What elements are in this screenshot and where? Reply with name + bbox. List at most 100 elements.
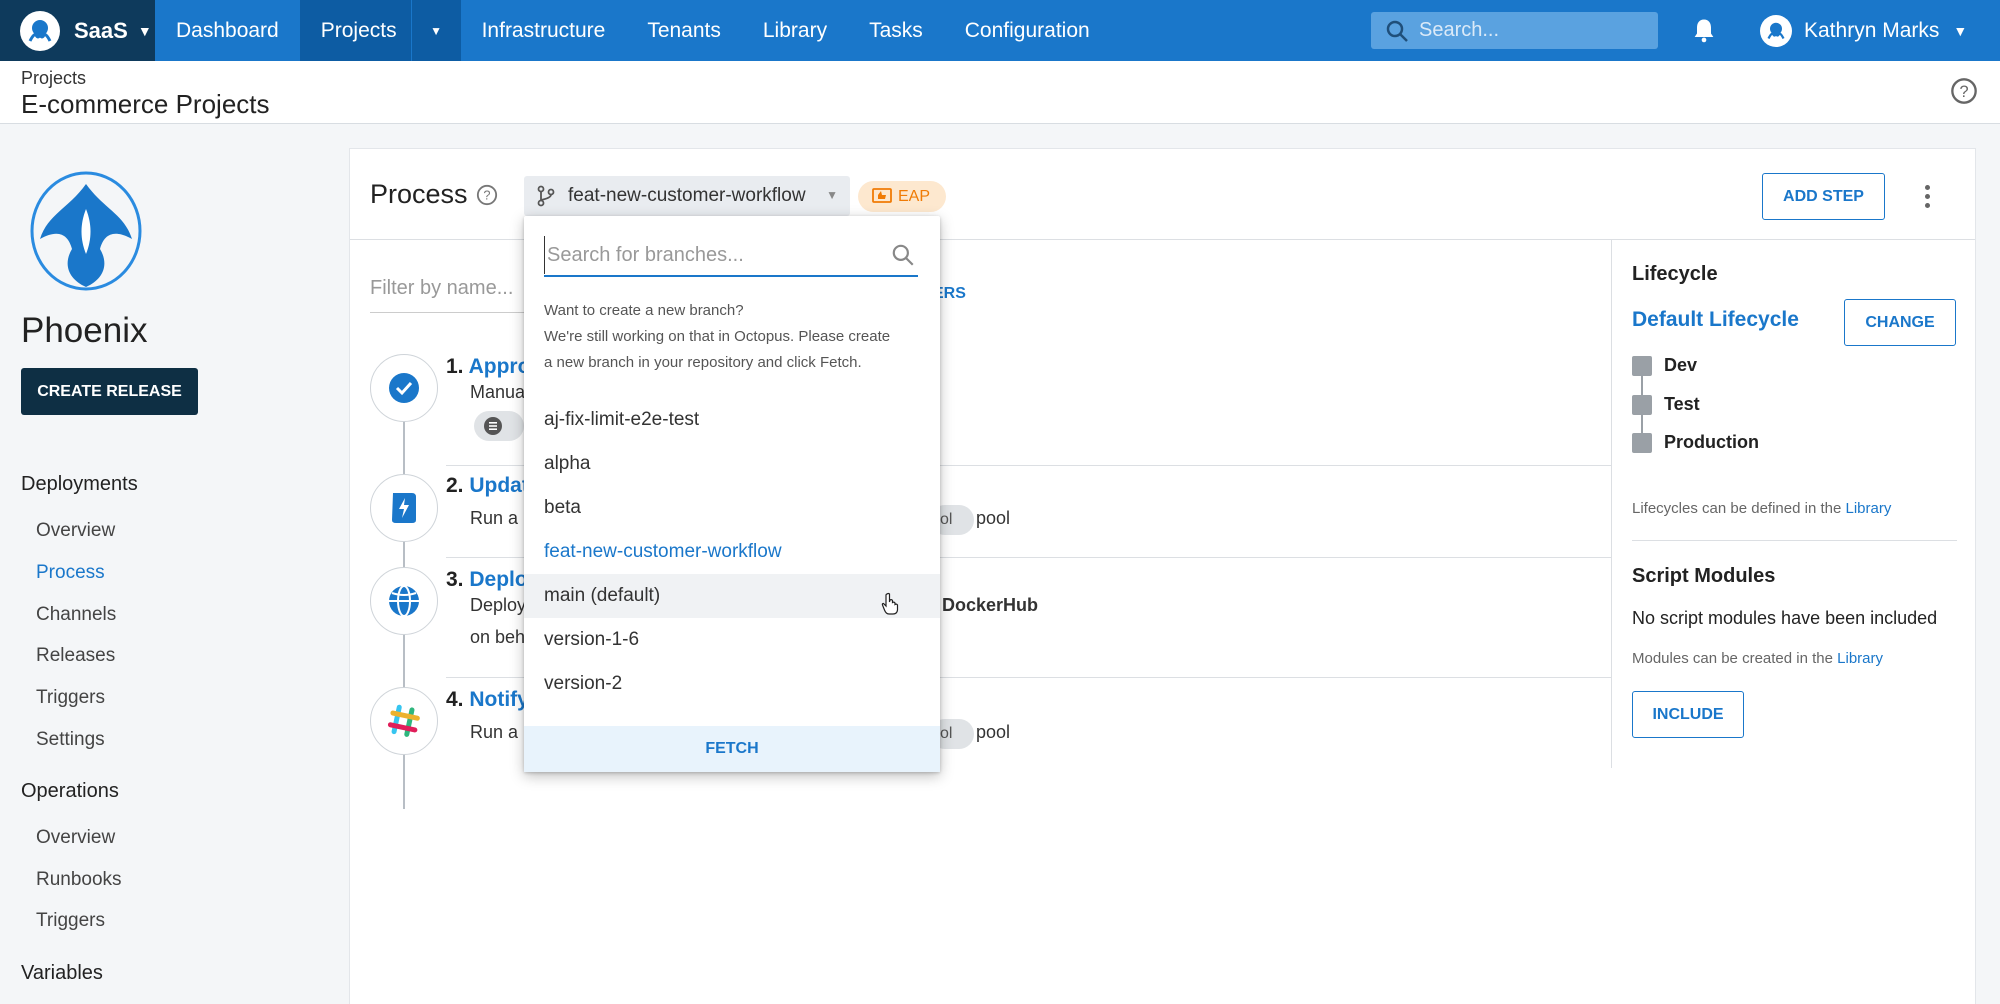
step-description: Run a <box>470 508 519 528</box>
step-icon <box>370 354 438 422</box>
feed-name: DockerHub <box>942 595 1039 615</box>
step-description-line2: on beh <box>470 627 526 647</box>
library-link[interactable]: Library <box>1837 650 1883 667</box>
step-icon <box>370 687 438 755</box>
step-description: Run a <box>470 722 519 742</box>
sidebar-item-triggers[interactable]: Triggers <box>36 687 105 709</box>
step-icon <box>370 567 438 635</box>
step-description: Manua <box>470 382 526 402</box>
process-side-panel: Lifecycle Default Lifecycle CHANGE Dev T… <box>1611 240 1975 768</box>
search-icon <box>1386 20 1408 42</box>
more-options-icon[interactable] <box>1912 179 1942 213</box>
phase-item: Test <box>1632 394 1700 415</box>
eap-label: EAP <box>898 187 931 205</box>
nav-tasks[interactable]: Tasks <box>848 0 944 61</box>
sidebar-item-runbooks[interactable]: Runbooks <box>36 869 122 891</box>
svg-text:?: ? <box>1959 83 1968 101</box>
bell-icon[interactable] <box>1690 16 1718 44</box>
slack-icon <box>387 704 420 737</box>
nav-configuration[interactable]: Configuration <box>944 0 1111 61</box>
fetch-button[interactable]: FETCH <box>524 726 940 772</box>
nav-tenants[interactable]: Tenants <box>626 0 742 61</box>
help-icon[interactable]: ? <box>476 184 498 206</box>
nav-projects[interactable]: Projects <box>299 0 411 61</box>
project-name: Phoenix <box>21 311 148 350</box>
branch-list: aj-fix-limit-e2e-test alpha beta feat-ne… <box>524 398 940 706</box>
sidebar-item-overview[interactable]: Overview <box>36 520 115 542</box>
globe-icon <box>389 585 419 617</box>
projects-menu-toggle[interactable]: ▼ <box>410 0 461 61</box>
branch-search[interactable] <box>544 236 918 277</box>
branch-dropdown: Want to create a new branch? We're still… <box>524 216 940 772</box>
svg-text:?: ? <box>483 188 490 203</box>
operations-section-title: Operations <box>21 780 119 802</box>
create-release-button[interactable]: CREATE RELEASE <box>21 368 198 415</box>
branch-option[interactable]: aj-fix-limit-e2e-test <box>524 398 940 442</box>
branch-option[interactable]: alpha <box>524 442 940 486</box>
phase-item: Production <box>1632 432 1759 453</box>
chevron-down-icon: ▼ <box>1953 22 1968 39</box>
pool-label: pool <box>976 722 1011 742</box>
octopus-logo-icon <box>20 10 60 51</box>
sidebar-item-releases[interactable]: Releases <box>36 645 115 667</box>
process-title: Process <box>370 179 468 209</box>
global-search-input[interactable] <box>1419 19 1639 42</box>
no-modules-text: No script modules have been included <box>1632 608 1938 628</box>
nav-dashboard[interactable]: Dashboard <box>155 0 300 61</box>
phase-marker-icon <box>1632 394 1652 415</box>
include-button[interactable]: INCLUDE <box>1632 691 1744 738</box>
user-name: Kathryn Marks <box>1804 18 1940 42</box>
branch-selector-label: feat-new-customer-workflow <box>568 185 806 206</box>
step-title[interactable]: Updat <box>469 474 529 497</box>
user-menu[interactable]: Kathryn Marks ▼ <box>1760 0 1967 61</box>
step-title[interactable]: Deplo <box>469 568 527 591</box>
step-icon <box>370 474 438 542</box>
nav-library[interactable]: Library <box>742 0 848 61</box>
branch-option-hovered[interactable]: main (default) <box>524 574 940 618</box>
nav-infrastructure[interactable]: Infrastructure <box>461 0 627 61</box>
help-icon[interactable]: ? <box>1950 77 1978 105</box>
branch-option[interactable]: version-2 <box>524 662 940 706</box>
chevron-down-icon: ▼ <box>137 22 152 39</box>
sidebar-item-ops-overview[interactable]: Overview <box>36 827 115 849</box>
lifecycle-link[interactable]: Default Lifecycle <box>1632 308 1799 332</box>
step-number: 4. Notify <box>446 688 529 711</box>
branch-option[interactable]: beta <box>524 486 940 530</box>
step-number: 2. Updat <box>446 474 529 497</box>
branch-search-input[interactable] <box>544 236 874 274</box>
chevron-down-icon: ▼ <box>430 23 443 38</box>
filter-by-name-input[interactable] <box>370 277 530 300</box>
sidebar-item-settings[interactable]: Settings <box>36 729 105 751</box>
branch-selector[interactable]: feat-new-customer-workflow ▼ <box>524 176 850 216</box>
chevron-down-icon: ▼ <box>826 188 838 202</box>
phase-marker-icon <box>1632 355 1652 376</box>
space-name: SaaS <box>74 17 128 43</box>
search-icon <box>892 244 914 266</box>
step-title[interactable]: Appro <box>469 355 531 378</box>
global-search[interactable] <box>1371 12 1658 49</box>
script-modules-title: Script Modules <box>1632 565 1776 587</box>
top-navigation: SaaS ▼ Dashboard Projects ▼ Infrastructu… <box>0 0 2000 61</box>
step-title[interactable]: Notify <box>469 688 529 711</box>
branch-option[interactable]: version-1-6 <box>524 618 940 662</box>
change-lifecycle-button[interactable]: CHANGE <box>1844 299 1956 346</box>
sidebar-item-ops-triggers[interactable]: Triggers <box>36 910 105 932</box>
library-link[interactable]: Library <box>1845 500 1891 517</box>
variables-section-title[interactable]: Variables <box>21 962 103 985</box>
project-sidebar: Phoenix CREATE RELEASE Deployments Overv… <box>0 124 348 1004</box>
phase-marker-icon <box>1632 432 1652 453</box>
avatar <box>1760 14 1792 47</box>
branch-option-selected[interactable]: feat-new-customer-workflow <box>524 530 940 574</box>
filter-by-name[interactable] <box>370 277 530 313</box>
check-circle-icon <box>389 373 419 403</box>
pool-label: pool <box>976 508 1011 528</box>
space-switcher[interactable]: SaaS ▼ <box>0 0 155 61</box>
sidebar-item-channels[interactable]: Channels <box>36 604 116 626</box>
page-title: E-commerce Projects <box>21 89 270 119</box>
deployments-section-title: Deployments <box>21 473 138 495</box>
breadcrumb[interactable]: Projects <box>21 68 86 89</box>
divider <box>1632 540 1957 541</box>
add-step-button[interactable]: ADD STEP <box>1762 173 1885 220</box>
sidebar-item-process[interactable]: Process <box>36 562 105 584</box>
phoenix-logo-icon <box>30 171 142 291</box>
